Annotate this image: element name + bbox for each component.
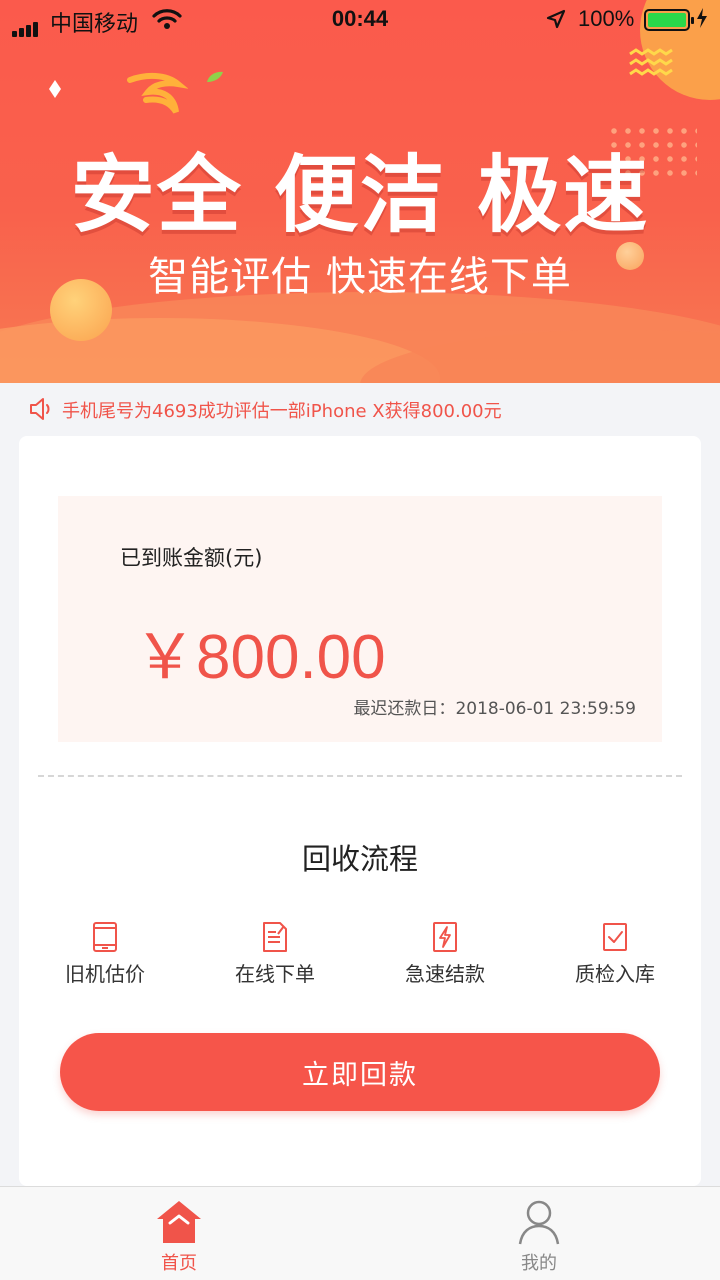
home-icon [157,1201,201,1243]
notice-text: 手机尾号为4693成功评估一部iPhone X获得800.00元 [62,401,502,422]
step-order: 在线下单 [205,922,345,987]
banner-headline: 安全 便洁 极速 [70,146,650,244]
tab-label: 我的 [521,1253,557,1274]
main-card: 已到账金额(元) ￥800.00 最迟还款日：2018-06-01 23:59:… [19,436,701,1186]
step-label: 质检入库 [575,962,655,986]
checkbox-icon [603,923,627,951]
status-bar: 中国移动 00:44 100% [0,0,720,40]
banner-subline: 智能评估 快速在线下单 [148,254,572,300]
process-title: 回收流程 [301,842,418,876]
step-label: 急速结款 [405,962,485,986]
charging-icon [697,8,707,28]
process-steps: 旧机估价 在线下单 急速结款 质检入库 [19,922,701,992]
amount-value: ￥800.00 [134,623,386,692]
speaker-icon [30,398,50,420]
dashed-divider [38,775,682,777]
step-label: 旧机估价 [65,962,145,986]
tab-label: 首页 [161,1253,197,1274]
banner-decor-swirl [127,72,188,114]
phone-icon [93,922,117,952]
hero-banner: 中国移动 00:44 100% 安全 便洁 极速 智能评估 快速在线下单 [0,0,720,383]
battery-percent: 100% [578,6,635,31]
tab-home[interactable]: 首页 [119,1199,239,1275]
notice-bar: 手机尾号为4693成功评估一部iPhone X获得800.00元 [0,383,720,435]
location-arrow-icon [546,9,566,29]
repay-now-button[interactable]: 立即回款 [60,1033,660,1111]
step-label: 在线下单 [235,962,315,986]
amount-panel: 已到账金额(元) ￥800.00 最迟还款日：2018-06-01 23:59:… [58,496,662,742]
banner-decor-zigzag [629,48,673,76]
due-date: 最迟还款日：2018-06-01 23:59:59 [353,694,636,719]
step-payout: 急速结款 [375,922,515,987]
battery-icon [644,9,694,31]
step-inspect: 质检入库 [545,922,685,987]
amount-label: 已到账金额(元) [120,546,263,570]
due-date-value: 2018-06-01 23:59:59 [455,699,636,719]
due-date-label: 最迟还款日： [353,699,456,719]
tab-bar: 首页 我的 [0,1186,720,1280]
tab-mine[interactable]: 我的 [479,1199,599,1275]
user-icon [518,1200,560,1245]
banner-decor-diamond [49,80,61,98]
lightning-icon [433,922,457,952]
step-evaluate: 旧机估价 [35,922,175,987]
document-edit-icon [263,922,287,952]
banner-decor-leaf [207,71,223,82]
